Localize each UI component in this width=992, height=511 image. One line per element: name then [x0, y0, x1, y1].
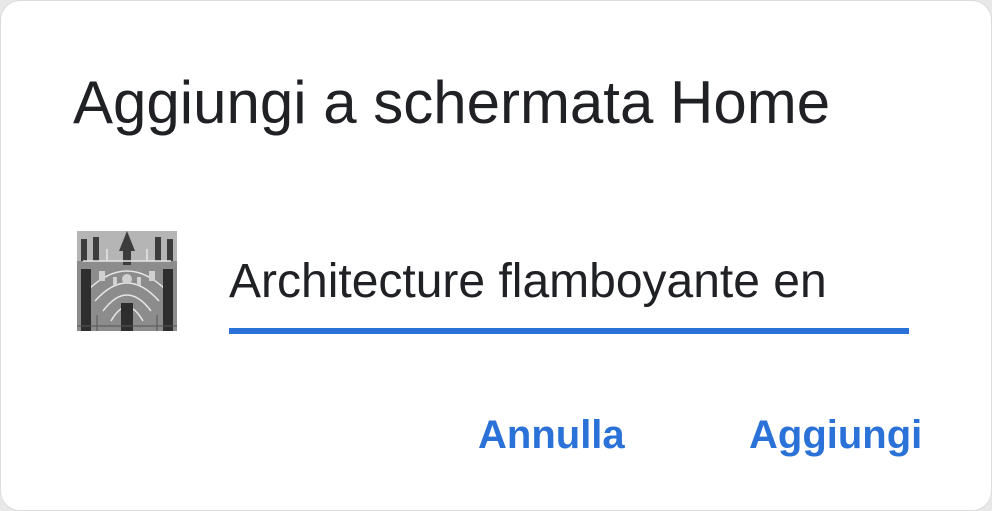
shortcut-name-input[interactable] [229, 241, 909, 321]
dialog-title: Aggiungi a schermata Home [73, 69, 831, 136]
add-button[interactable]: Aggiungi [749, 405, 922, 465]
input-underline [229, 328, 909, 334]
shortcut-name-field[interactable] [229, 241, 909, 335]
add-to-home-dialog: Aggiungi a schermata Home Architecture f… [0, 0, 992, 511]
page-thumbnail [77, 231, 177, 331]
gothic-facade-thumbnail-icon [77, 231, 177, 331]
cancel-button[interactable]: Annulla [478, 405, 625, 465]
